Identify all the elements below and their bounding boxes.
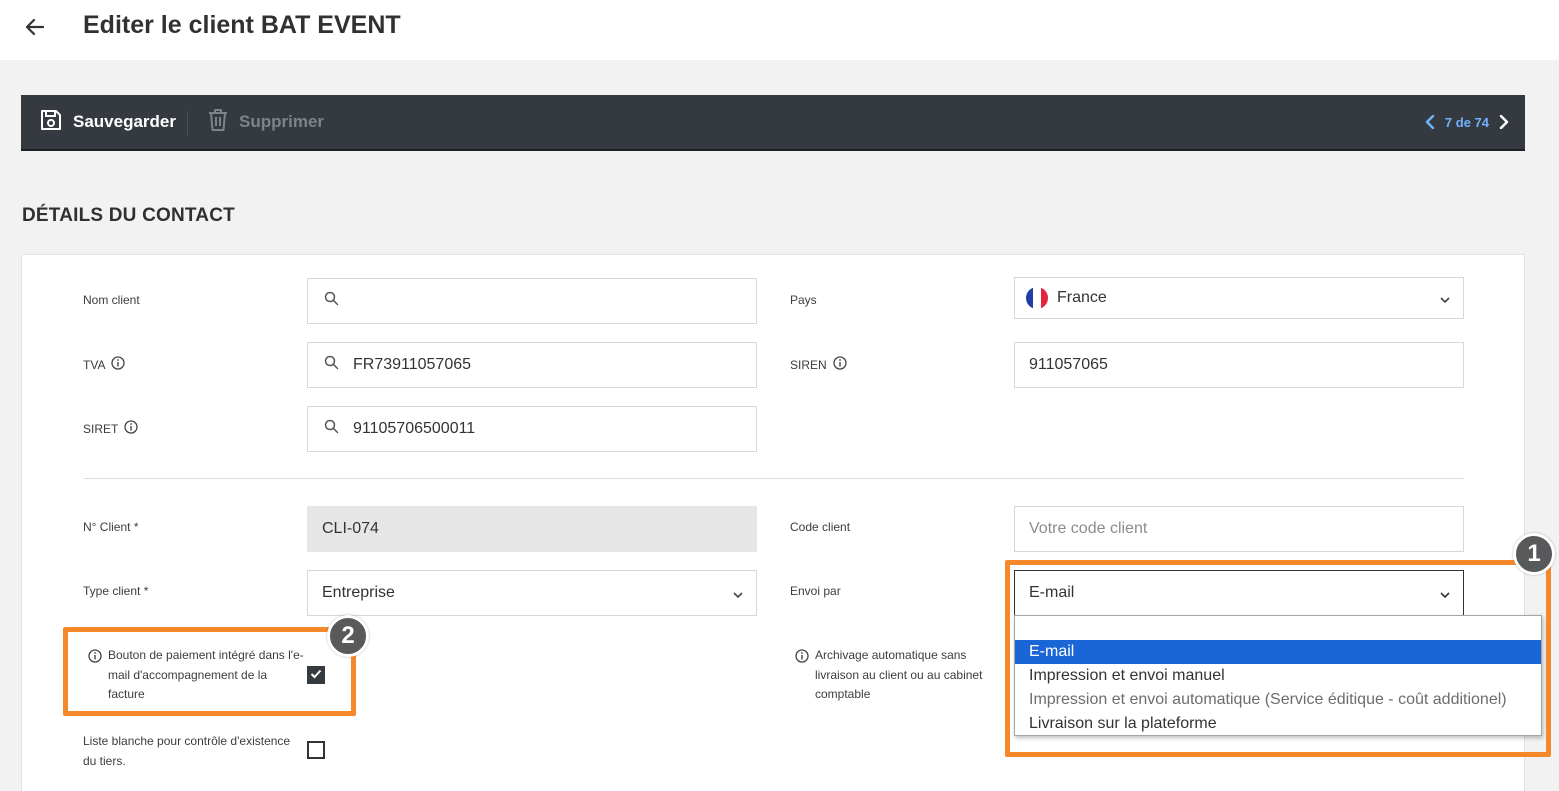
- type-client-select[interactable]: Entreprise: [307, 570, 757, 616]
- back-arrow-icon[interactable]: [22, 14, 48, 40]
- nom-client-label: Nom client: [83, 293, 140, 307]
- n-client-input: CLI-074: [307, 506, 757, 552]
- code-client-input[interactable]: Votre code client: [1014, 506, 1464, 552]
- n-client-value: CLI-074: [322, 520, 379, 537]
- annotation-badge-2: 2: [327, 615, 369, 657]
- type-client-value: Entreprise: [322, 584, 395, 601]
- n-client-label-text: N° Client *: [83, 520, 139, 534]
- nom-client-search-input[interactable]: [307, 278, 757, 324]
- siren-label-text: SIREN: [790, 357, 827, 372]
- page-header: Editer le client BAT EVENT: [0, 0, 1559, 60]
- siret-value: 91105706500011: [353, 420, 476, 437]
- save-button[interactable]: Sauvegarder: [39, 95, 176, 149]
- archivage-label: Archivage automatique sans livraison au …: [815, 648, 983, 701]
- section-divider: [84, 478, 1464, 479]
- pager-label: 7 de 74: [1444, 114, 1489, 130]
- toolbar-separator: [187, 111, 188, 135]
- siret-label: SIRET: [83, 420, 138, 437]
- delete-button[interactable]: Supprimer: [207, 95, 324, 149]
- liste-blanche-checkbox[interactable]: [307, 741, 325, 759]
- tva-label: TVA: [83, 356, 126, 373]
- nom-client-label-text: Nom client: [83, 293, 140, 307]
- save-label: Sauvegarder: [73, 112, 176, 131]
- chevron-left-icon[interactable]: [1419, 115, 1441, 129]
- type-client-label-text: Type client *: [83, 584, 149, 598]
- tva-value: FR73911057065: [353, 356, 472, 373]
- annotation-box-2: [63, 627, 356, 716]
- record-pager: 7 de 74: [1419, 95, 1515, 149]
- code-client-label: Code client: [790, 520, 850, 534]
- tva-search-input[interactable]: FR73911057065: [307, 342, 757, 388]
- type-client-label: Type client *: [83, 584, 148, 598]
- page-title: Editer le client BAT EVENT: [83, 11, 401, 39]
- chevron-down-icon: [732, 587, 744, 605]
- siret-label-text: SIRET: [83, 421, 119, 436]
- siren-value: 911057065: [1029, 356, 1108, 373]
- section-title: DÉTAILS DU CONTACT: [22, 205, 235, 226]
- info-icon[interactable]: [833, 356, 847, 373]
- annotation-badge-1: 1: [1513, 533, 1555, 575]
- envoi-par-label-text: Envoi par: [790, 584, 841, 598]
- liste-blanche-label: Liste blanche pour contrôle d'existence …: [83, 734, 291, 768]
- pays-select[interactable]: France: [1014, 277, 1464, 319]
- code-client-placeholder: Votre code client: [1029, 520, 1148, 537]
- n-client-label: N° Client *: [83, 520, 138, 534]
- siret-search-input[interactable]: 91105706500011: [307, 406, 757, 452]
- siren-label: SIREN: [790, 356, 847, 373]
- pays-value: France: [1057, 289, 1107, 306]
- envoi-par-label: Envoi par: [790, 584, 841, 598]
- pays-label: Pays: [790, 293, 817, 307]
- chevron-right-icon[interactable]: [1493, 115, 1515, 129]
- delete-label: Supprimer: [239, 112, 325, 131]
- pays-label-text: Pays: [790, 293, 817, 307]
- siren-input[interactable]: 911057065: [1014, 342, 1464, 388]
- code-client-label-text: Code client: [790, 520, 851, 534]
- annotation-box-1: [1005, 560, 1551, 757]
- info-icon[interactable]: [111, 356, 126, 373]
- info-icon[interactable]: [795, 649, 809, 668]
- action-toolbar: Sauvegarder Supprimer 7 de 74: [21, 95, 1525, 151]
- tva-label-text: TVA: [83, 357, 106, 372]
- chevron-down-icon: [1439, 292, 1451, 310]
- trash-icon: [207, 108, 239, 137]
- search-icon: [324, 291, 339, 311]
- france-flag-icon: [1026, 287, 1048, 309]
- info-icon[interactable]: [124, 420, 138, 437]
- search-icon: [324, 419, 339, 439]
- search-icon: [324, 355, 339, 375]
- floppy-disk-icon: [39, 108, 73, 137]
